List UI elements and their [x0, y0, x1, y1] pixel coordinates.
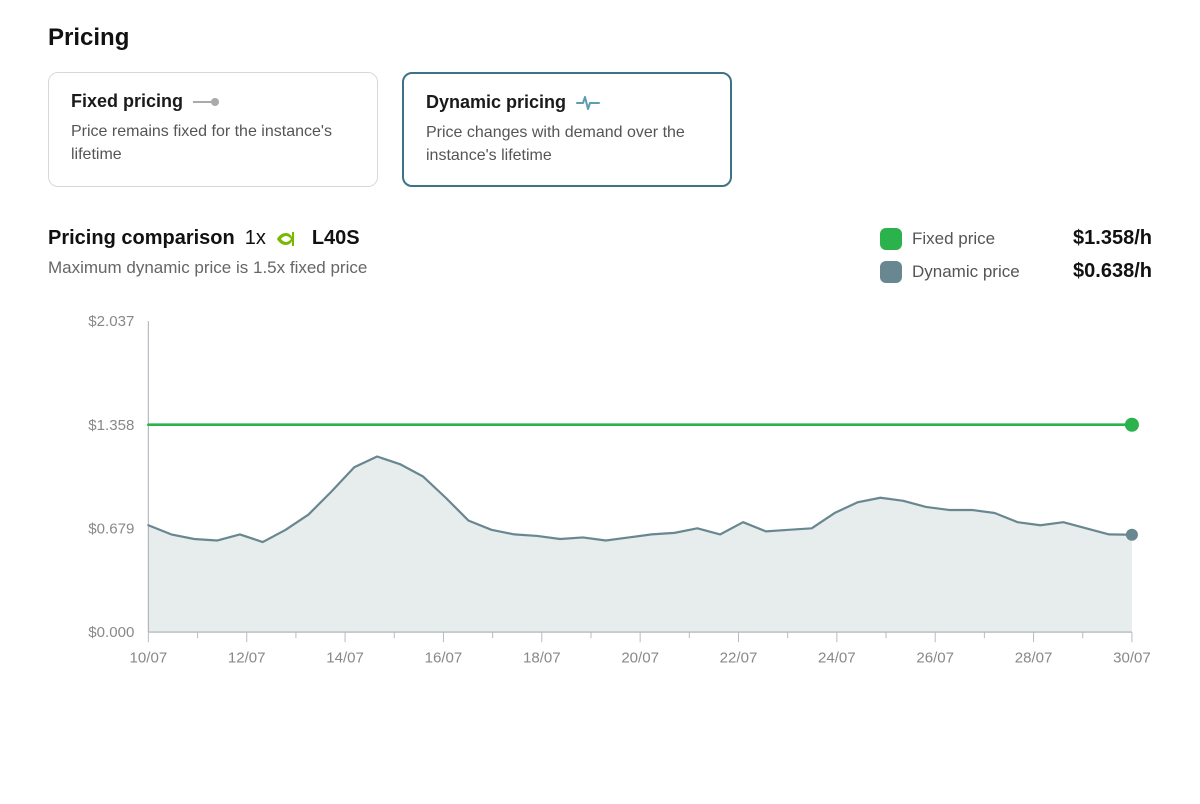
- legend-fixed: Fixed price $1.358/h: [880, 227, 1152, 250]
- option-dynamic-title: Dynamic pricing: [426, 92, 566, 113]
- price-chart-svg: $0.000 $0.679 $1.358 $2.037 10/07 12/07 14/07 1…: [48, 311, 1152, 672]
- legend-dynamic-label: Dynamic price: [912, 262, 1042, 282]
- flat-line-icon: [193, 101, 215, 103]
- option-fixed-header: Fixed pricing: [71, 91, 355, 112]
- legend-dynamic: Dynamic price $0.638/h: [880, 260, 1152, 283]
- svg-text:24/07: 24/07: [818, 650, 856, 667]
- gpu-quantity: 1x: [245, 227, 266, 250]
- gpu-model: L40S: [312, 227, 360, 250]
- legend-dynamic-swatch: [880, 261, 902, 283]
- svg-text:$0.679: $0.679: [88, 521, 134, 538]
- svg-text:18/07: 18/07: [523, 650, 561, 667]
- svg-text:12/07: 12/07: [228, 650, 266, 667]
- option-fixed-desc: Price remains fixed for the instance's l…: [71, 120, 355, 166]
- legend-dynamic-value: $0.638/h: [1052, 260, 1152, 283]
- comparison-note: Maximum dynamic price is 1.5x fixed pric…: [48, 258, 367, 278]
- svg-text:20/07: 20/07: [621, 650, 659, 667]
- svg-text:$2.037: $2.037: [88, 313, 134, 330]
- svg-text:$0.000: $0.000: [88, 625, 134, 642]
- page-title: Pricing: [48, 24, 1152, 52]
- legend: Fixed price $1.358/h Dynamic price $0.63…: [880, 227, 1152, 283]
- comparison-heading: Pricing comparison 1x L40S: [48, 227, 367, 250]
- option-dynamic-header: Dynamic pricing: [426, 92, 708, 113]
- option-fixed-pricing[interactable]: Fixed pricing Price remains fixed for th…: [48, 72, 378, 187]
- svg-text:22/07: 22/07: [720, 650, 758, 667]
- svg-text:$1.358: $1.358: [88, 417, 134, 434]
- option-dynamic-pricing[interactable]: Dynamic pricing Price changes with deman…: [402, 72, 732, 187]
- summary-left: Pricing comparison 1x L40S Maximum dynam…: [48, 227, 367, 278]
- svg-text:16/07: 16/07: [425, 650, 463, 667]
- price-chart: $0.000 $0.679 $1.358 $2.037 10/07 12/07 14/07 1…: [48, 311, 1152, 672]
- summary-row: Pricing comparison 1x L40S Maximum dynam…: [48, 227, 1152, 283]
- pulse-icon: [576, 94, 600, 112]
- legend-fixed-value: $1.358/h: [1052, 227, 1152, 250]
- nvidia-icon: [276, 229, 302, 249]
- legend-fixed-label: Fixed price: [912, 229, 1042, 249]
- svg-text:14/07: 14/07: [326, 650, 364, 667]
- legend-fixed-swatch: [880, 228, 902, 250]
- svg-text:30/07: 30/07: [1113, 650, 1151, 667]
- svg-text:26/07: 26/07: [916, 650, 954, 667]
- option-dynamic-desc: Price changes with demand over the insta…: [426, 121, 708, 167]
- pricing-options: Fixed pricing Price remains fixed for th…: [48, 72, 1152, 187]
- comparison-title: Pricing comparison: [48, 227, 235, 250]
- svg-text:28/07: 28/07: [1015, 650, 1053, 667]
- option-fixed-title: Fixed pricing: [71, 91, 183, 112]
- svg-text:10/07: 10/07: [130, 650, 168, 667]
